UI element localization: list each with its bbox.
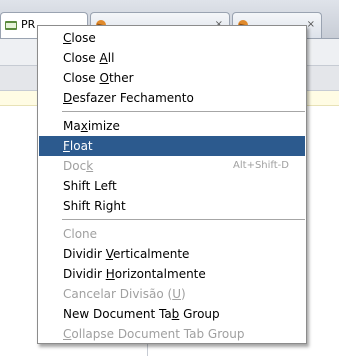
menu-item-new-document-tab-group[interactable]: New Document Tab Group [38, 304, 306, 324]
menu-item-shift-left[interactable]: Shift Left [38, 176, 306, 196]
menu-item-close[interactable]: Close [38, 28, 306, 48]
menu-item-close-all[interactable]: Close All [38, 48, 306, 68]
menu-item-dividir-horizontalmente[interactable]: Dividir Horizontalmente [38, 264, 306, 284]
menu-item-shift-right[interactable]: Shift Right [38, 196, 306, 216]
menu-separator [62, 219, 305, 220]
tab-close-icon[interactable]: × [307, 13, 315, 37]
menu-item-cancelar-divisao[interactable]: Cancelar Divisão (U) [38, 284, 306, 304]
menu-item-desfazer-fechamento[interactable]: Desfazer Fechamento [38, 88, 306, 108]
tab-context-menu: Close Close All Close Other Desfazer Fec… [37, 25, 307, 344]
sql-file-icon [5, 21, 17, 30]
menu-item-collapse-document-tab-group[interactable]: Collapse Document Tab Group [38, 324, 306, 344]
menu-item-maximize[interactable]: Maximize [38, 116, 306, 136]
dock-shortcut: Alt+Shift-D [233, 160, 289, 171]
menu-item-clone[interactable]: Clone [38, 224, 306, 244]
menu-item-close-other[interactable]: Close Other [38, 68, 306, 88]
menu-item-dock[interactable]: Dock Alt+Shift-D [38, 156, 306, 176]
tab-label: PR [21, 18, 36, 31]
menu-separator [62, 111, 305, 112]
menu-item-float[interactable]: Float [39, 136, 305, 156]
menu-item-dividir-verticalmente[interactable]: Dividir Verticalmente [38, 244, 306, 264]
